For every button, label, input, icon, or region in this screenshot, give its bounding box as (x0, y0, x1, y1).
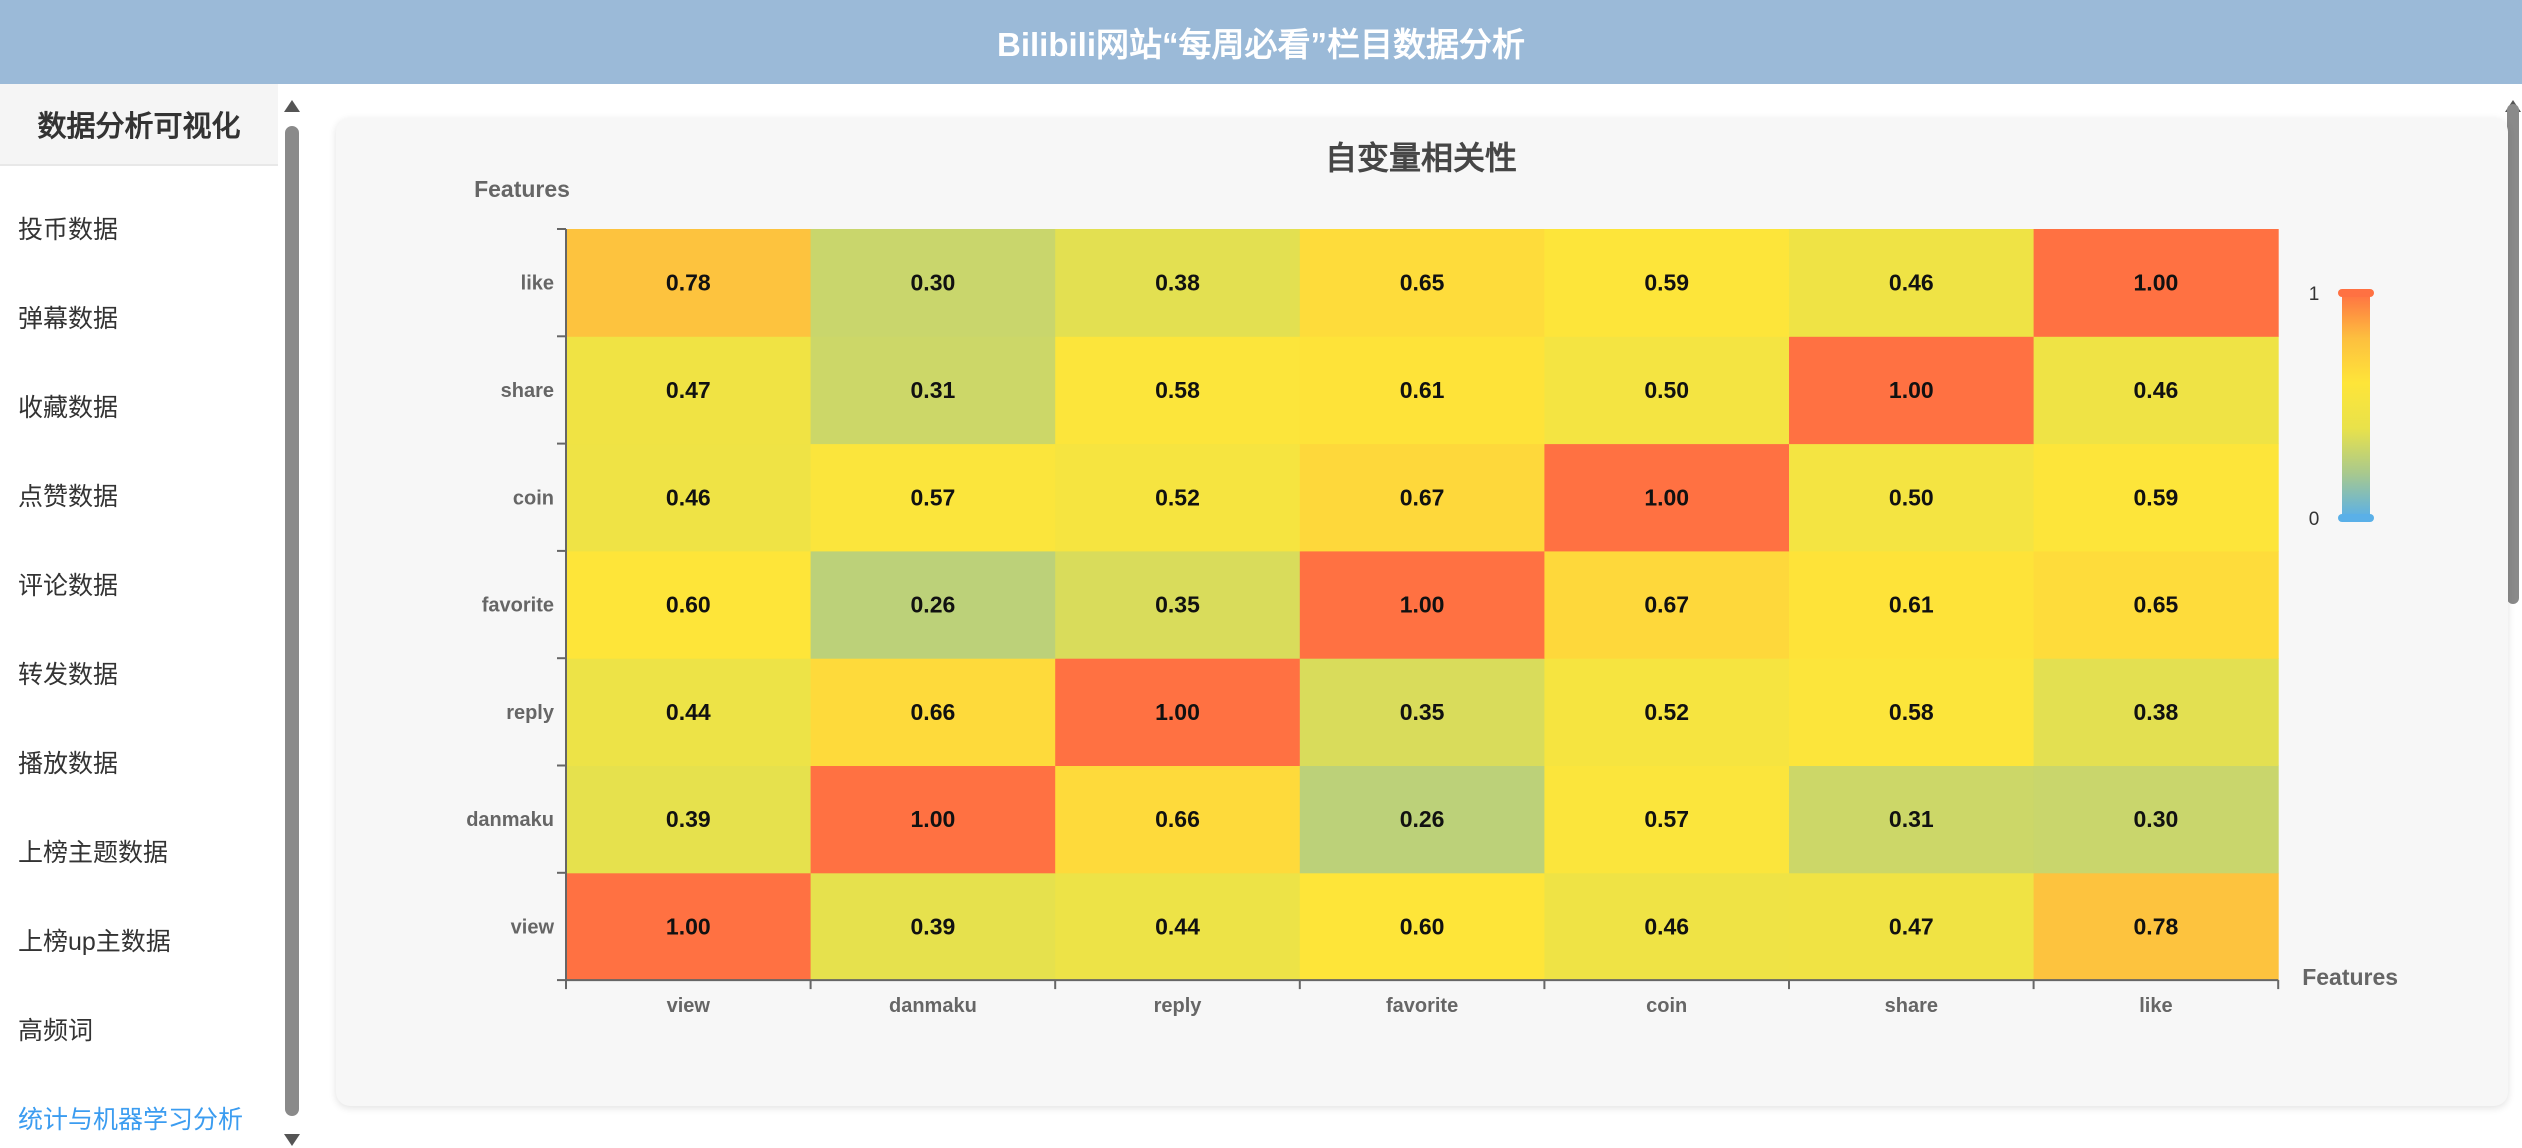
visual-map-bar[interactable] (2342, 293, 2370, 518)
cell-label: 0.57 (1644, 806, 1689, 832)
cell-label: 0.38 (1155, 270, 1200, 296)
cell-label: 0.65 (1400, 270, 1445, 296)
cell-label: 0.30 (2134, 806, 2179, 832)
cell-label: 0.31 (911, 377, 956, 403)
cell-label: 0.58 (1155, 377, 1200, 403)
cell-label: 0.50 (1644, 377, 1689, 403)
y-tick-label: like (521, 273, 554, 295)
cell-label: 0.44 (666, 699, 711, 725)
cell-label: 0.67 (1644, 592, 1689, 618)
cell-label: 0.30 (911, 270, 956, 296)
x-axis-title: Features (2302, 964, 2398, 990)
cell-label: 0.26 (911, 592, 956, 618)
cell-label: 0.35 (1400, 699, 1445, 725)
cell-label: 0.46 (1889, 270, 1934, 296)
visual-map-handle-bottom[interactable] (2338, 514, 2374, 522)
y-tick-label: share (501, 380, 554, 402)
cell-label: 0.47 (1889, 913, 1934, 939)
visual-map-max-label: 1 (2309, 284, 2320, 305)
cell-label: 1.00 (2134, 270, 2179, 296)
visual-map-handle-top[interactable] (2338, 289, 2374, 297)
cell-label: 1.00 (1155, 699, 1200, 725)
cell-label: 1.00 (1889, 377, 1934, 403)
cell-label: 0.44 (1155, 913, 1200, 939)
cell-label: 0.58 (1889, 699, 1934, 725)
cell-label: 0.61 (1889, 592, 1934, 618)
cell-label: 0.60 (1400, 913, 1445, 939)
y-tick-label: danmaku (466, 809, 554, 831)
cell-label: 0.38 (2134, 699, 2179, 725)
x-tick-label: coin (1646, 995, 1687, 1017)
cell-label: 0.78 (666, 270, 711, 296)
x-tick-label: like (2139, 995, 2172, 1017)
heatmap-chart: 1.00 0.39 0.44 0.60 0.46 0.47 0.78 0.39 1.00 0.66… (466, 176, 2398, 1017)
cell-label: 1.00 (1644, 484, 1689, 510)
cell-label: 1.00 (666, 913, 711, 939)
cell-label: 0.46 (2134, 377, 2179, 403)
cell-label: 1.00 (911, 806, 956, 832)
cell-label: 0.66 (1155, 806, 1200, 832)
cell-label: 0.39 (666, 806, 711, 832)
cell-label: 0.26 (1400, 806, 1445, 832)
cell-label: 0.52 (1155, 484, 1200, 510)
cell-label: 0.59 (1644, 270, 1689, 296)
cell-label: 0.67 (1400, 484, 1445, 510)
cell-label: 0.52 (1644, 699, 1689, 725)
y-tick-label: reply (506, 702, 555, 724)
cell-label: 0.59 (2134, 484, 2179, 510)
cell-label: 0.31 (1889, 806, 1934, 832)
x-tick-label: reply (1154, 995, 1203, 1017)
cell-label: 0.46 (1644, 913, 1689, 939)
x-tick-label: favorite (1386, 995, 1458, 1017)
cell-label: 0.78 (2134, 913, 2179, 939)
cell-label: 0.61 (1400, 377, 1445, 403)
cell-label: 0.65 (2134, 592, 2179, 618)
cell-label: 0.47 (666, 377, 711, 403)
cell-label: 0.39 (911, 913, 956, 939)
cell-label: 1.00 (1400, 592, 1445, 618)
cell-label: 0.57 (911, 484, 956, 510)
x-tick-label: share (1885, 995, 1938, 1017)
cell-label: 0.46 (666, 484, 711, 510)
cell-label: 0.35 (1155, 592, 1200, 618)
x-tick-label: view (667, 995, 711, 1017)
y-axis-title: Features (474, 176, 570, 202)
cell-label: 0.60 (666, 592, 711, 618)
x-tick-label: danmaku (889, 995, 977, 1017)
y-tick-label: view (511, 916, 555, 938)
y-tick-label: favorite (482, 595, 554, 617)
visual-map-min-label: 0 (2309, 509, 2320, 530)
y-tick-label: coin (513, 487, 554, 509)
cell-label: 0.50 (1889, 484, 1934, 510)
cell-label: 0.66 (911, 699, 956, 725)
